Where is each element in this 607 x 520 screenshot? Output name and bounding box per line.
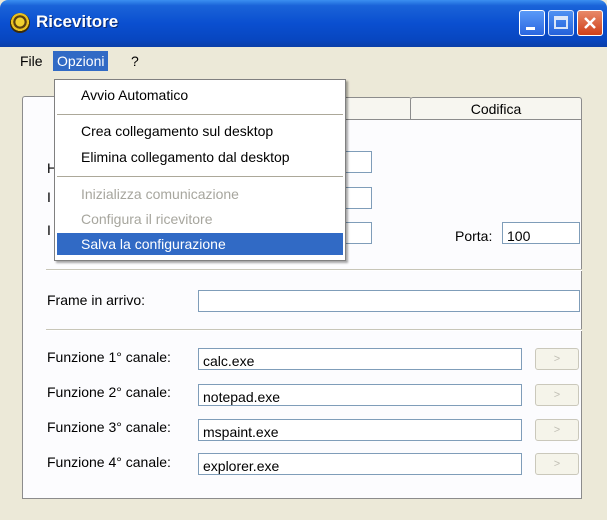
separator — [46, 329, 582, 331]
partial-label-3: I — [47, 222, 51, 238]
close-button[interactable] — [577, 10, 603, 36]
partial-label-2: I — [47, 189, 51, 205]
channel-3-browse-button[interactable]: > — [535, 419, 579, 441]
minimize-icon — [526, 27, 535, 30]
channel-2-input[interactable]: notepad.exe — [198, 384, 522, 406]
menu-separator — [57, 114, 343, 115]
channel-1-input[interactable]: calc.exe — [198, 348, 522, 370]
channel-2-label: Funzione 2° canale: — [47, 384, 171, 400]
channel-4-input[interactable]: explorer.exe — [198, 453, 522, 475]
porta-input[interactable]: 100 — [502, 222, 580, 244]
menu-item-configura-ricevitore: Configura il ricevitore — [81, 211, 213, 227]
tab-codifica-label: Codifica — [470, 101, 522, 117]
channel-1-browse-button[interactable]: > — [535, 348, 579, 370]
menu-help[interactable]: ? — [127, 51, 143, 71]
menu-opzioni[interactable]: Opzioni — [53, 51, 109, 71]
maximize-icon — [554, 16, 568, 29]
channel-3-label: Funzione 3° canale: — [47, 419, 171, 435]
menu-item-avvio-automatico[interactable]: Avvio Automatico — [57, 84, 343, 106]
channel-4-label: Funzione 4° canale: — [47, 454, 171, 470]
menu-bar: File Opzioni ? — [0, 47, 607, 73]
menu-item-elimina-collegamento[interactable]: Elimina collegamento dal desktop — [57, 146, 343, 168]
window-title: Ricevitore — [36, 12, 119, 31]
tab-codifica[interactable]: Codifica — [410, 97, 582, 119]
frame-input[interactable] — [198, 290, 580, 312]
menu-file[interactable]: File — [16, 51, 47, 71]
app-window: Ricevitore File Opzioni ? ndi Codifica H… — [0, 0, 607, 520]
close-icon — [584, 17, 596, 29]
channel-2-browse-button[interactable]: > — [535, 384, 579, 406]
porta-label: Porta: — [455, 228, 493, 244]
app-shield-icon[interactable] — [10, 13, 30, 33]
menu-separator — [57, 176, 343, 177]
opzioni-dropdown-menu: Avvio Automatico Crea collegamento sul d… — [54, 79, 346, 261]
separator — [46, 269, 582, 271]
menu-item-inizializza-comunicazione: Inizializza comunicazione — [81, 186, 239, 202]
maximize-button[interactable] — [548, 10, 574, 36]
minimize-button[interactable] — [519, 10, 545, 36]
menu-item-crea-collegamento[interactable]: Crea collegamento sul desktop — [57, 120, 343, 142]
channel-4-browse-button[interactable]: > — [535, 453, 579, 475]
title-bar[interactable]: Ricevitore — [0, 0, 607, 47]
channel-3-input[interactable]: mspaint.exe — [198, 419, 522, 441]
menu-item-salva-configurazione[interactable]: Salva la configurazione — [57, 233, 343, 255]
frame-label: Frame in arrivo: — [47, 292, 146, 308]
channel-1-label: Funzione 1° canale: — [47, 349, 171, 365]
